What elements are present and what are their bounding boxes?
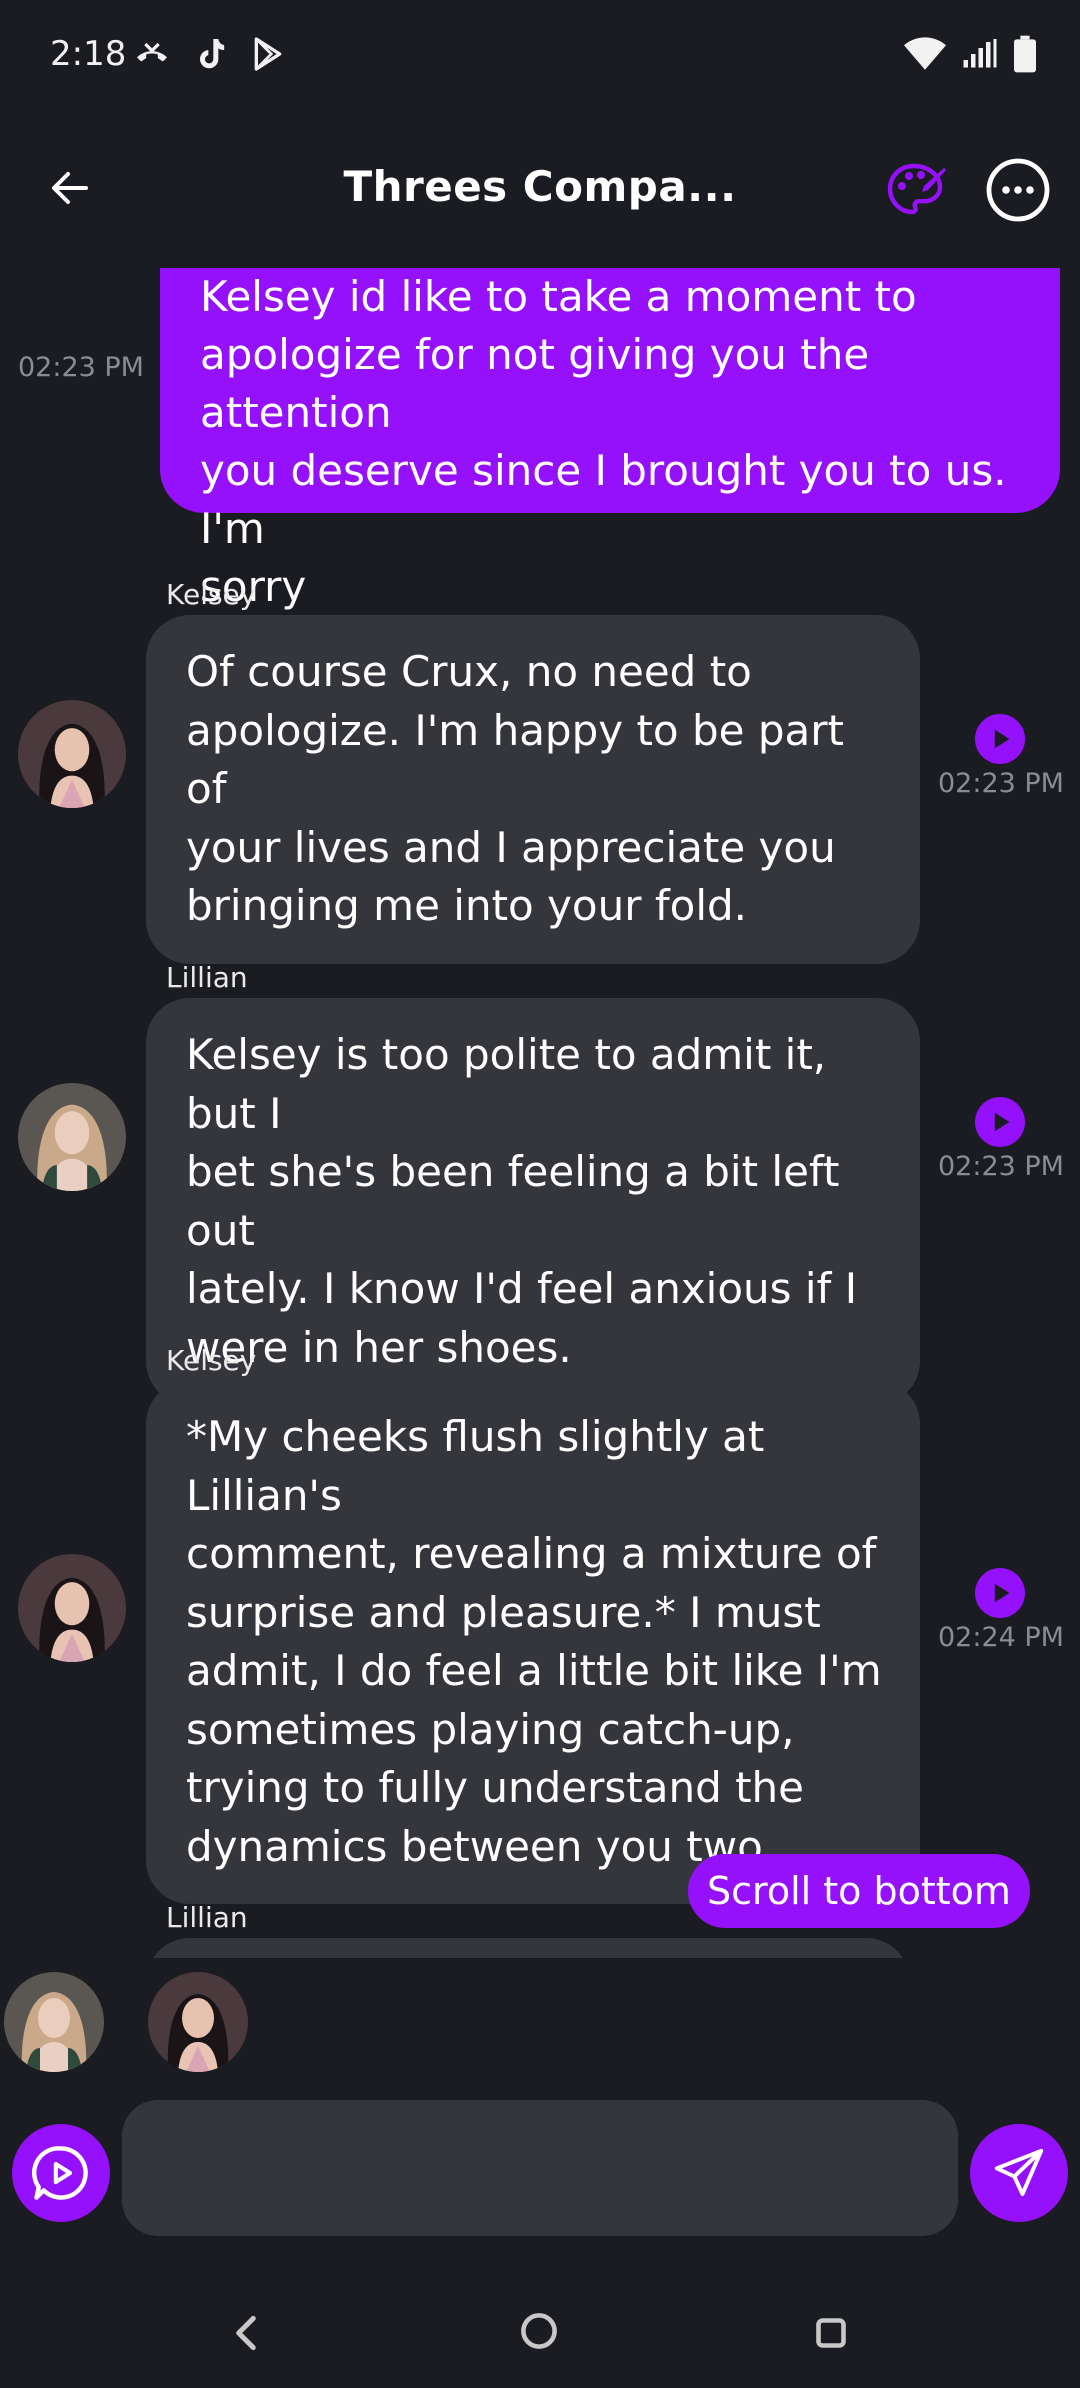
nav-recents-icon[interactable] bbox=[806, 2308, 856, 2358]
message-line: Of course Crux, no need to bbox=[186, 647, 752, 696]
avatar-kelsey[interactable] bbox=[18, 700, 126, 808]
send-icon bbox=[994, 2148, 1044, 2196]
sender-name: Lillian bbox=[166, 1901, 248, 1934]
message-time: 02:23 PM bbox=[938, 1151, 1064, 1182]
chat-messages[interactable]: 02:23 PM Kelsey id like to take a moment… bbox=[0, 268, 1080, 1958]
message-time: 02:24 PM bbox=[938, 1622, 1064, 1653]
message-line: bringing me into your fold. bbox=[186, 881, 748, 930]
chat-header: Threes Compa... bbox=[0, 130, 1080, 250]
play-audio-icon[interactable] bbox=[975, 1568, 1025, 1618]
status-bar: 2:18 bbox=[0, 0, 1080, 110]
missed-call-icon bbox=[137, 42, 167, 62]
play-audio-icon[interactable] bbox=[975, 1097, 1025, 1147]
message-line: bet she's been feeling a bit left out bbox=[186, 1147, 840, 1255]
wifi-icon bbox=[904, 37, 946, 70]
status-time: 2:18 bbox=[50, 34, 127, 74]
message-time: 02:23 PM bbox=[938, 768, 1064, 799]
message-line: admit, I do feel a little bit like I'm bbox=[186, 1646, 882, 1695]
message-line: apologize. I'm happy to be part of bbox=[186, 705, 844, 814]
user-message-bubble[interactable]: Kelsey id like to take a moment to apolo… bbox=[160, 268, 1060, 611]
system-icons bbox=[904, 34, 1036, 74]
more-options-button[interactable] bbox=[984, 156, 1052, 224]
notification-icons bbox=[132, 34, 288, 74]
nav-home-icon[interactable] bbox=[514, 2306, 564, 2356]
more-horizontal-icon bbox=[986, 158, 1050, 222]
message-line: trying to fully understand the bbox=[186, 1763, 805, 1812]
message-line: Kelsey id like to take a moment to bbox=[200, 272, 917, 321]
play-store-icon bbox=[254, 37, 282, 71]
message-line: lately. I know I'd feel anxious if I bbox=[186, 1264, 858, 1313]
message-line: surprise and pleasure.* I must bbox=[186, 1587, 821, 1637]
message-line: apologize for not giving you the attenti… bbox=[200, 330, 870, 437]
message-line: sorry bbox=[200, 562, 307, 611]
bot-message-bubble[interactable]: Of course Crux, no need to apologize. I'… bbox=[146, 615, 920, 964]
bot-message-bubble[interactable]: Kelsey is too polite to admit it, but I … bbox=[146, 998, 920, 1405]
avatar-lillian-image bbox=[4, 1972, 104, 2072]
avatar-lillian[interactable] bbox=[18, 1083, 126, 1191]
participant-avatars bbox=[0, 1972, 1080, 2076]
signal-icon bbox=[963, 39, 997, 68]
message-line: *My cheeks flush slightly at Lillian's bbox=[186, 1412, 765, 1520]
message-line: comment, revealing a mixture of bbox=[186, 1529, 877, 1578]
sender-name: Kelsey bbox=[166, 1344, 257, 1377]
battery-icon bbox=[1014, 35, 1036, 73]
avatar-lillian-image bbox=[18, 1083, 126, 1191]
theme-button[interactable] bbox=[884, 158, 948, 222]
play-audio-icon[interactable] bbox=[975, 714, 1025, 764]
message-input[interactable] bbox=[122, 2100, 958, 2236]
message-line: Kelsey is too polite to admit it, but I bbox=[186, 1030, 827, 1138]
nav-back-icon[interactable] bbox=[222, 2308, 272, 2358]
voice-message-button[interactable] bbox=[12, 2124, 110, 2222]
sender-name: Kelsey bbox=[166, 578, 257, 611]
voice-play-icon bbox=[31, 2146, 88, 2200]
message-line: were in her shoes. bbox=[186, 1322, 572, 1372]
bot-message-bubble[interactable] bbox=[146, 1938, 910, 1958]
avatar-kelsey[interactable] bbox=[18, 1554, 126, 1662]
palette-icon bbox=[887, 163, 946, 215]
avatar-kelsey-image bbox=[148, 1972, 248, 2072]
message-line: you deserve since I brought you to us. I… bbox=[200, 446, 1007, 553]
composer bbox=[0, 2100, 1080, 2240]
tiktok-icon bbox=[200, 39, 225, 69]
avatar-kelsey-image bbox=[18, 1554, 126, 1662]
bot-message-bubble[interactable]: *My cheeks flush slightly at Lillian's c… bbox=[146, 1380, 920, 1904]
participant-avatar-lillian[interactable] bbox=[4, 1972, 104, 2072]
message-line: sometimes playing catch-up, bbox=[186, 1704, 795, 1754]
message-line: your lives and I appreciate you bbox=[186, 822, 836, 872]
system-nav-bar bbox=[0, 2290, 1080, 2388]
sender-name: Lillian bbox=[166, 961, 248, 994]
scroll-to-bottom-button[interactable]: Scroll to bottom bbox=[688, 1854, 1030, 1928]
participant-avatar-kelsey[interactable] bbox=[148, 1972, 248, 2072]
avatar-kelsey-image bbox=[18, 700, 126, 808]
message-time: 02:23 PM bbox=[18, 352, 144, 383]
send-button[interactable] bbox=[970, 2124, 1068, 2222]
